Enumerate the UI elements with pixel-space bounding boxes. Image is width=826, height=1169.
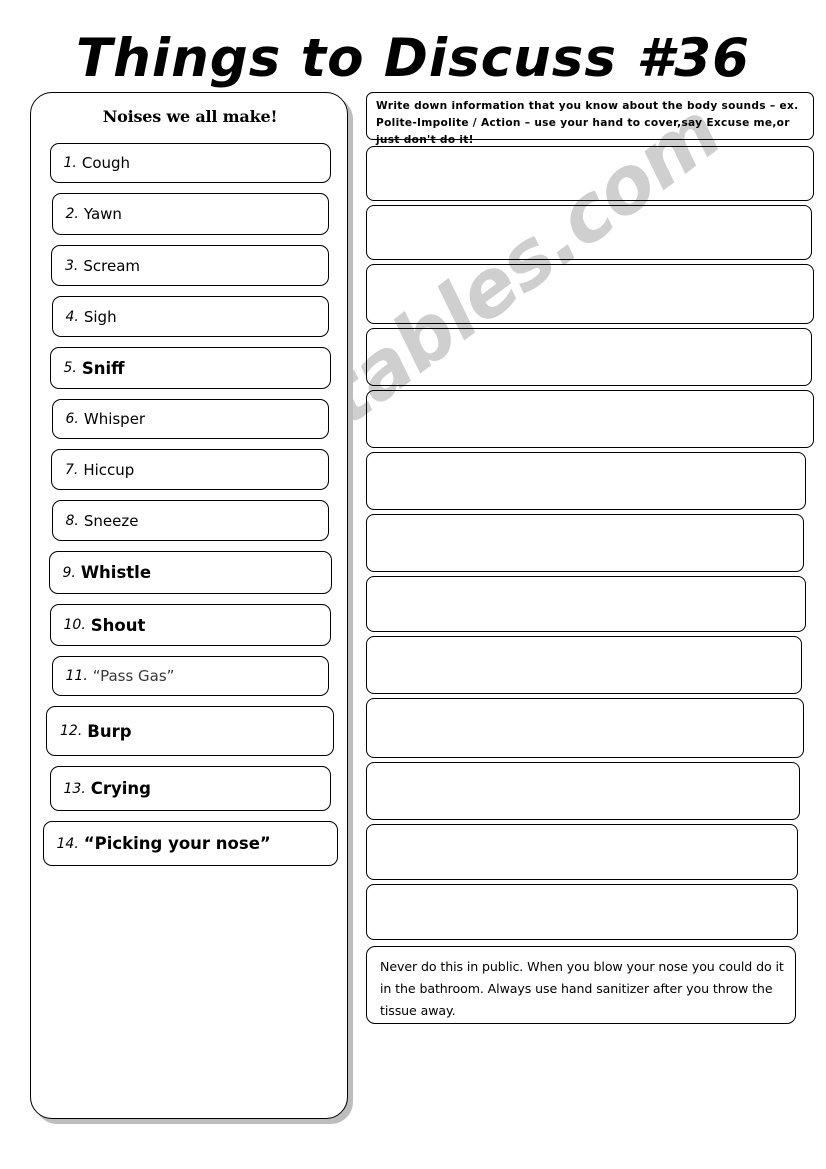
noise-list-item[interactable]: 3. Scream <box>51 245 329 286</box>
noise-item-label: Scream <box>83 256 140 275</box>
note-text: Never do this in public. When you blow y… <box>380 959 784 1018</box>
answer-box[interactable] <box>366 452 806 510</box>
noise-list-item[interactable]: 4. Sigh <box>51 296 329 337</box>
page-title: Things to Discuss #36 <box>76 28 750 89</box>
noise-item-number: 14. <box>56 835 79 852</box>
noise-item-label: Sniff <box>81 358 125 378</box>
noise-list-item[interactable]: 11. “Pass Gas” <box>51 656 329 696</box>
noise-item-label: “Picking your nose” <box>83 834 271 853</box>
noise-item-number: 8. <box>65 512 79 529</box>
answer-box[interactable] <box>366 576 806 632</box>
noise-item-number: 12. <box>60 723 83 739</box>
instruction-text: Write down information that you know abo… <box>376 100 799 146</box>
noise-item-label: “Pass Gas” <box>92 667 175 685</box>
noise-item-number: 6. <box>65 411 79 427</box>
noise-item-label: Crying <box>90 779 151 798</box>
noise-item-label: Shout <box>90 615 146 635</box>
noise-list-item[interactable]: 2. Yawn <box>51 193 329 235</box>
instruction-box: Write down information that you know abo… <box>366 92 814 146</box>
noise-item-number: 5. <box>63 360 77 376</box>
noise-list-item[interactable]: 10. Shout <box>49 604 331 646</box>
answer-box[interactable] <box>366 698 804 758</box>
noise-item-number: 4. <box>65 308 79 325</box>
noise-item-number: 7. <box>65 461 79 478</box>
noise-list-item[interactable]: 1. Cough <box>49 143 331 183</box>
noise-list-item[interactable]: 9. Whistle <box>48 551 332 594</box>
noise-item-label: Cough <box>81 154 131 172</box>
noise-item-label: Yawn <box>83 205 122 223</box>
noise-item-number: 1. <box>63 155 77 171</box>
answer-box[interactable] <box>366 884 798 940</box>
noise-list-item[interactable]: 12. Burp <box>46 706 334 756</box>
noise-item-number: 13. <box>63 780 86 797</box>
answer-box[interactable] <box>366 205 812 260</box>
noise-item-number: 9. <box>62 564 76 581</box>
answers-column: Write down information that you know abo… <box>366 92 816 1024</box>
noises-panel-header: Noises we all make! <box>102 107 278 126</box>
noise-item-label: Sneeze <box>83 511 139 530</box>
noise-item-label: Burp <box>87 721 132 741</box>
noises-panel: Noises we all make! 1. Cough 2. Yawn 3. Screa… <box>30 92 348 1119</box>
noise-list-item[interactable]: 6. Whisper <box>51 399 329 439</box>
noise-list-item[interactable]: 13. Crying <box>49 766 331 811</box>
answer-box[interactable] <box>366 264 814 324</box>
noise-item-number: 11. <box>65 668 88 684</box>
noise-item-label: Whisper <box>83 410 146 428</box>
note-box: Never do this in public. When you blow y… <box>366 946 796 1024</box>
answer-box[interactable] <box>366 328 812 386</box>
noise-item-label: Sigh <box>83 307 117 326</box>
noise-list-item[interactable]: 7. Hiccup <box>51 449 329 490</box>
noise-item-number: 10. <box>63 617 86 633</box>
answer-box[interactable] <box>366 762 800 820</box>
noise-item-number: 3. <box>65 257 79 274</box>
answer-box-list <box>366 146 816 940</box>
noise-item-number: 2. <box>65 206 79 222</box>
noise-list: 1. Cough 2. Yawn 3. Scream 4. Sigh 5. Sniff 6. Whis… <box>31 143 349 876</box>
answer-box[interactable] <box>366 514 804 572</box>
noise-list-item[interactable]: 8. Sneeze <box>51 500 329 541</box>
answer-box[interactable] <box>366 146 814 201</box>
noise-list-item[interactable]: 14. “Picking your nose” <box>42 821 338 866</box>
noise-item-label: Hiccup <box>83 460 135 479</box>
noise-item-label: Whistle <box>80 563 152 582</box>
noise-list-item[interactable]: 5. Sniff <box>49 347 331 389</box>
answer-box[interactable] <box>366 636 802 694</box>
answer-box[interactable] <box>366 824 798 880</box>
answer-box[interactable] <box>366 390 814 448</box>
